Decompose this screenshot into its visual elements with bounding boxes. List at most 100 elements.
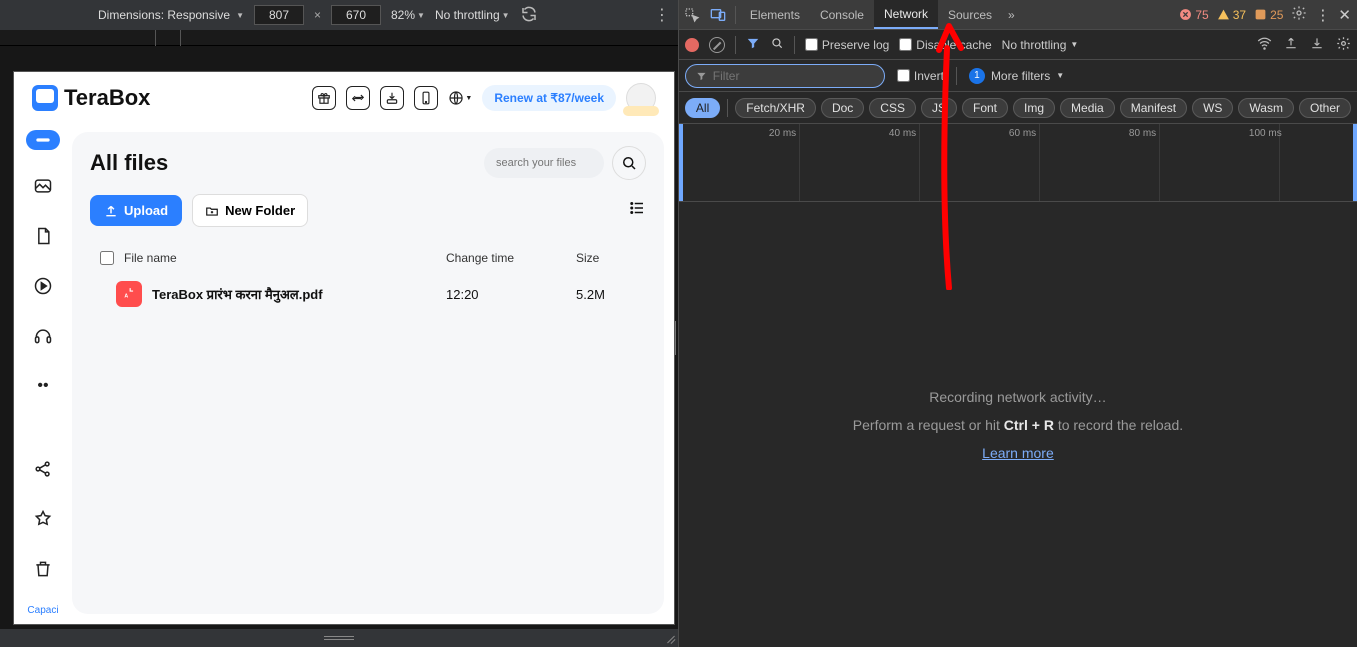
- chip-js[interactable]: JS: [921, 98, 957, 118]
- chip-fetch-xhr[interactable]: Fetch/XHR: [735, 98, 816, 118]
- tab-network[interactable]: Network: [874, 0, 938, 29]
- upload-button[interactable]: Upload: [90, 195, 182, 226]
- bottom-drag-handle[interactable]: [0, 629, 678, 647]
- dimensions-label: Dimensions: Responsive: [98, 8, 230, 22]
- table-row[interactable]: A TeraBox प्रारंभ करना मैनुअल.pdf 12:20 …: [90, 271, 646, 317]
- terabox-main: All files Upload: [72, 132, 664, 614]
- device-toggle-icon[interactable]: [705, 7, 731, 23]
- pdf-icon: A: [116, 281, 142, 307]
- devtools-tab-strip: Elements Console Network Sources » 75 37…: [679, 0, 1357, 30]
- sidebar-item-star[interactable]: [29, 505, 57, 533]
- tab-elements[interactable]: Elements: [740, 0, 810, 29]
- kebab-menu-icon[interactable]: ⋮: [654, 5, 670, 25]
- preserve-log-checkbox[interactable]: Preserve log: [805, 38, 889, 52]
- download-app-icon[interactable]: [380, 86, 404, 110]
- error-count-badge[interactable]: 75: [1179, 8, 1208, 22]
- chip-other[interactable]: Other: [1299, 98, 1351, 118]
- table-header: File name Change time Size: [90, 245, 646, 271]
- sidebar-item-music[interactable]: [29, 322, 57, 350]
- clear-button[interactable]: [709, 37, 725, 53]
- filter-input-wrapper[interactable]: [685, 64, 885, 88]
- pane-splitter[interactable]: [675, 321, 678, 355]
- viewport-width-input[interactable]: [254, 5, 304, 25]
- viewport-height-input[interactable]: [331, 5, 381, 25]
- chip-doc[interactable]: Doc: [821, 98, 864, 118]
- chip-css[interactable]: CSS: [869, 98, 916, 118]
- devtools-panel: Elements Console Network Sources » 75 37…: [678, 0, 1357, 647]
- search-network-icon[interactable]: [770, 36, 784, 53]
- dimensions-dropdown[interactable]: Dimensions: Responsive ▼: [98, 8, 244, 22]
- invert-checkbox[interactable]: Invert: [897, 69, 944, 83]
- empty-line2: Perform a request or hit Ctrl + R to rec…: [853, 417, 1183, 433]
- transfer-icon[interactable]: [346, 86, 370, 110]
- new-folder-label: New Folder: [225, 203, 295, 218]
- request-type-chips: All Fetch/XHR Doc CSS JS Font Img Media …: [679, 92, 1357, 124]
- network-conditions-icon[interactable]: [1257, 36, 1272, 54]
- tab-sources[interactable]: Sources: [938, 0, 1002, 29]
- import-har-icon[interactable]: [1310, 36, 1324, 54]
- devtools-kebab-icon[interactable]: ⋮: [1315, 6, 1330, 24]
- sidebar-item-photos[interactable]: [29, 172, 57, 200]
- close-devtools-icon[interactable]: ✕: [1338, 6, 1351, 24]
- globe-icon[interactable]: ▼: [448, 86, 472, 110]
- disable-cache-label: Disable cache: [916, 38, 991, 52]
- chevron-down-icon: ▼: [417, 11, 425, 20]
- sidebar-item-files[interactable]: [26, 130, 60, 150]
- zoom-dropdown[interactable]: 82% ▼: [391, 8, 425, 22]
- phone-icon[interactable]: [414, 86, 438, 110]
- resize-handle-icon[interactable]: [662, 629, 676, 643]
- network-toolbar: Preserve log Disable cache No throttling…: [679, 30, 1357, 60]
- terabox-logo-icon: [32, 85, 58, 111]
- chip-media[interactable]: Media: [1060, 98, 1115, 118]
- learn-more-link[interactable]: Learn more: [982, 445, 1054, 461]
- chip-ws[interactable]: WS: [1192, 98, 1233, 118]
- col-header-size[interactable]: Size: [576, 251, 646, 265]
- view-mode-icon[interactable]: [628, 199, 646, 222]
- disable-cache-checkbox[interactable]: Disable cache: [899, 38, 991, 52]
- invert-label: Invert: [914, 69, 944, 83]
- filter-input[interactable]: [713, 69, 874, 83]
- capacity-link[interactable]: Capaci: [27, 605, 58, 616]
- sidebar-item-docs[interactable]: [29, 222, 57, 250]
- network-settings-gear-icon[interactable]: [1336, 36, 1351, 54]
- tabs-overflow-icon[interactable]: »: [1002, 8, 1021, 22]
- inspect-element-icon[interactable]: [679, 7, 705, 23]
- chip-font[interactable]: Font: [962, 98, 1008, 118]
- export-har-icon[interactable]: [1284, 36, 1298, 54]
- settings-gear-icon[interactable]: [1291, 5, 1307, 24]
- info-count-badge[interactable]: 25: [1254, 8, 1283, 22]
- tab-console[interactable]: Console: [810, 0, 874, 29]
- chip-manifest[interactable]: Manifest: [1120, 98, 1187, 118]
- filter-toggle-icon[interactable]: [746, 36, 760, 53]
- col-header-time[interactable]: Change time: [446, 251, 576, 265]
- col-header-name[interactable]: File name: [124, 251, 446, 265]
- empty-line1: Recording network activity…: [929, 389, 1106, 405]
- more-filters-dropdown[interactable]: 1 More filters ▼: [969, 68, 1064, 84]
- user-avatar[interactable]: [626, 83, 656, 113]
- terabox-header: TeraBox ▼: [14, 72, 674, 124]
- network-throttling-dropdown[interactable]: No throttling ▼: [1002, 38, 1079, 52]
- device-throttling-dropdown[interactable]: No throttling ▼: [435, 8, 510, 22]
- record-button[interactable]: [685, 38, 699, 52]
- sidebar-item-share[interactable]: [29, 455, 57, 483]
- search-input[interactable]: [484, 148, 604, 178]
- warning-count-badge[interactable]: 37: [1217, 8, 1246, 22]
- network-filter-bar: Invert 1 More filters ▼: [679, 60, 1357, 92]
- rotate-icon[interactable]: [520, 5, 538, 26]
- chip-all[interactable]: All: [685, 98, 720, 118]
- svg-text:A: A: [124, 294, 128, 300]
- chip-wasm[interactable]: Wasm: [1238, 98, 1294, 118]
- chip-img[interactable]: Img: [1013, 98, 1055, 118]
- sidebar-item-trash[interactable]: [29, 555, 57, 583]
- sidebar-item-more[interactable]: ••: [29, 372, 57, 400]
- select-all-checkbox[interactable]: [100, 251, 114, 265]
- sidebar-item-video[interactable]: [29, 272, 57, 300]
- gift-icon[interactable]: [312, 86, 336, 110]
- new-folder-button[interactable]: New Folder: [192, 194, 308, 227]
- renew-button[interactable]: Renew at ₹87/week: [482, 85, 616, 111]
- network-timeline[interactable]: 20 ms 40 ms 60 ms 80 ms 100 ms: [679, 124, 1357, 202]
- search-button[interactable]: [612, 146, 646, 180]
- chevron-down-icon: ▼: [1056, 71, 1064, 80]
- terabox-logo[interactable]: TeraBox: [32, 85, 150, 111]
- file-size: 5.2M: [576, 287, 646, 302]
